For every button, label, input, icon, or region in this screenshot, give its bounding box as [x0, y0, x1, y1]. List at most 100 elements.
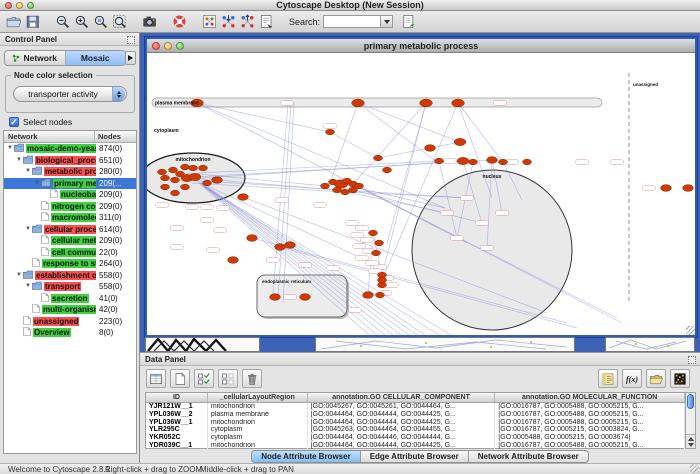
disclosure-triangle-icon[interactable]: ▼	[7, 143, 14, 154]
tab-mosaic[interactable]: Mosaic	[66, 51, 126, 65]
tree-row[interactable]: unassigned223(0)	[4, 316, 136, 328]
table-column-header[interactable]: annotation.GO MOLECULAR_FUNCTION	[495, 393, 685, 402]
network-node[interactable]	[199, 165, 208, 171]
network-node[interactable]	[341, 189, 350, 195]
network-node[interactable]	[161, 175, 170, 181]
network-node[interactable]	[189, 165, 198, 171]
network-view-zoom-button[interactable]	[176, 42, 184, 50]
tree-row[interactable]: ▼cellular process614(0)	[4, 224, 136, 236]
network-node[interactable]	[487, 157, 498, 164]
network-node[interactable]	[181, 164, 190, 170]
select-nodes-checkbox[interactable]: ✓	[9, 117, 19, 127]
network-node[interactable]	[228, 257, 239, 264]
network-node[interactable]	[247, 235, 258, 242]
table-row[interactable]: YDR039C__1mitochondrion[GO:0044464, GO:0…	[146, 442, 685, 450]
node-color-attribute-select[interactable]: transporter activity	[13, 86, 127, 102]
tree-row[interactable]: cell communicat22(0)	[4, 247, 136, 259]
tree-row[interactable]: Overview8(0)	[4, 327, 136, 339]
tab-overflow-button[interactable]	[125, 51, 136, 65]
network-node[interactable]	[161, 184, 170, 190]
tab-network[interactable]: Network	[5, 51, 66, 65]
tree-column-network[interactable]: Network	[4, 131, 95, 142]
float-panel-icon[interactable]	[127, 36, 135, 44]
network-node[interactable]	[300, 294, 311, 301]
network-view-titlebar[interactable]: primary metabolic process	[147, 39, 695, 53]
network-node[interactable]	[352, 99, 365, 107]
tree-column-nodes[interactable]: Nodes	[95, 131, 136, 142]
background-window-fragment[interactable]	[315, 337, 575, 352]
network-view-resize-grip[interactable]	[686, 326, 695, 335]
tree-row[interactable]: ▼primary metabo209(...	[4, 178, 136, 190]
network-node[interactable]	[171, 177, 180, 183]
table-row[interactable]: YPL036W__2plasma membrane[GO:0044464, GO…	[146, 411, 685, 419]
unselect-all-attributes-icon[interactable]	[218, 369, 238, 388]
layout-icon[interactable]	[200, 12, 219, 31]
network-canvas[interactable]: plasma membranecytoplasmmitochondrionnuc…	[147, 53, 695, 335]
network-node[interactable]	[176, 171, 185, 177]
network-node[interactable]	[355, 183, 364, 189]
tree-row[interactable]: ▼mosaic-demo-yeast874(0)	[4, 143, 136, 155]
network-node[interactable]	[333, 187, 342, 193]
network-node[interactable]	[420, 99, 433, 107]
float-panel-icon[interactable]	[688, 356, 696, 364]
network-node[interactable]	[270, 294, 281, 301]
tree-row[interactable]: macromolecule311(0)	[4, 212, 136, 224]
window-resize-grip[interactable]	[690, 464, 699, 473]
disclosure-triangle-icon[interactable]: ▼	[16, 155, 23, 166]
select-attributes-icon[interactable]	[146, 369, 166, 388]
table-column-header[interactable]: _cellularLayoutRegion	[208, 393, 308, 402]
table-row[interactable]: YJR121W__1mitochondrion[GO:0045267, GO:0…	[146, 403, 685, 411]
network-node[interactable]	[212, 177, 223, 184]
search-dropdown-button[interactable]	[381, 15, 393, 28]
network-view-close-button[interactable]	[152, 42, 160, 50]
tree-row[interactable]: ▼transport558(0)	[4, 281, 136, 293]
help-icon[interactable]	[170, 12, 189, 31]
network-node[interactable]	[378, 282, 387, 288]
network-node[interactable]	[457, 157, 469, 164]
table-row[interactable]: YPL036W__1mitochondrion[GO:0044464, GO:0…	[146, 419, 685, 427]
network-node[interactable]	[321, 183, 330, 189]
table-row[interactable]: YLR295Ccytoplasm[GO:0045263, GO:0044464,…	[146, 426, 685, 434]
disclosure-triangle-icon[interactable]: ▼	[34, 178, 41, 189]
import-attributes-icon[interactable]	[399, 12, 418, 31]
disclosure-triangle-icon[interactable]: ▼	[16, 270, 23, 281]
tree-row[interactable]: nucleobase-209(0)	[4, 189, 136, 201]
save-icon[interactable]	[23, 12, 42, 31]
network-node[interactable]	[238, 194, 249, 201]
network-node[interactable]	[372, 250, 381, 256]
network-node[interactable]	[363, 292, 374, 299]
network-node[interactable]	[189, 173, 201, 180]
open-folder-icon[interactable]	[4, 12, 23, 31]
select-all-attributes-icon[interactable]	[194, 369, 214, 388]
export-network-icon[interactable]	[238, 12, 257, 31]
network-node[interactable]	[376, 292, 385, 298]
network-node[interactable]	[425, 145, 436, 152]
network-node[interactable]	[369, 230, 378, 236]
network-node[interactable]	[171, 190, 180, 196]
network-node[interactable]	[181, 184, 190, 190]
zoom-in-icon[interactable]	[72, 12, 91, 31]
annotation-icon[interactable]	[257, 12, 276, 31]
tree-row[interactable]: response to stimulu264(0)	[4, 258, 136, 270]
scrollbar-arrows[interactable]	[686, 434, 695, 448]
snapshot-icon[interactable]	[140, 12, 159, 31]
disclosure-triangle-icon[interactable]: ▼	[25, 281, 32, 292]
background-window-fragment[interactable]	[145, 337, 260, 352]
scrollbar-thumb[interactable]	[687, 394, 694, 409]
tree-row[interactable]: multi-organism pro42(0)	[4, 304, 136, 316]
network-node[interactable]	[285, 242, 296, 249]
compartment-plasma-membrane[interactable]	[152, 98, 602, 107]
table-row[interactable]: YKR052Ccytoplasm[GO:0044464, GO:0044446,…	[146, 434, 685, 442]
tree-row[interactable]: ▼establishment of lo558(0)	[4, 270, 136, 282]
search-input[interactable]	[323, 15, 381, 28]
tab-edge-attribute-browser[interactable]: Edge Attribute Browser	[361, 451, 469, 462]
tab-network-attribute-browser[interactable]: Network Attribute Browser	[469, 451, 588, 462]
network-node[interactable]	[523, 159, 532, 165]
zoom-fit-icon[interactable]	[110, 12, 129, 31]
network-node[interactable]	[452, 99, 465, 107]
network-node[interactable]	[661, 185, 672, 192]
zoom-selected-icon[interactable]	[91, 12, 110, 31]
zoom-out-icon[interactable]	[53, 12, 72, 31]
delete-attribute-icon[interactable]	[242, 369, 262, 388]
tree-row[interactable]: secretion41(0)	[4, 293, 136, 305]
